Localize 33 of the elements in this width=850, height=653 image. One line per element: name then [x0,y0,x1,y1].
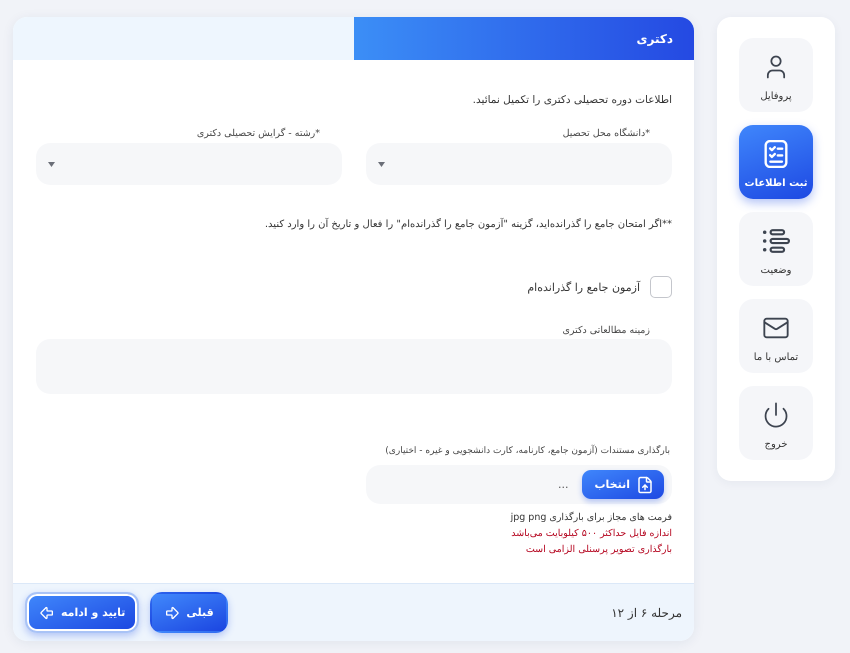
error-text: اندازه فایل حداکثر ۵۰۰ کیلوبایت می‌باشد [511,527,672,541]
error-text: بارگذاری تصویر پرسنلی الزامی است [526,542,672,557]
choose-file-button[interactable]: انتخاب [582,470,664,499]
select-field[interactable] [366,143,672,185]
upload-label: بارگذاری مستندات (آزمون جامع، کارنامه، کارت دانشجویی و غیره - اختیاری) [385,445,671,457]
note-text: **اگر امتحان جامع را گذرانده‌اید، گزینه "آزمون جامع را گذرانده‌ام" را فعال و تاریخ آن را وارد کنید. [264,218,672,232]
sidebar-item[interactable]: خروج [739,386,813,460]
file-name-text: ... [558,478,568,491]
sidebar-item[interactable]: تماس با ما [739,299,813,373]
sidebar-item[interactable]: وضعیت [739,212,813,286]
section-tab[interactable]: دکتری [354,17,694,60]
checklist-icon [762,140,790,168]
file-field[interactable]: انتخاب ... [366,465,672,504]
field-label: *رشته - گرایش تحصیلی دکتری [196,128,321,140]
caret-icon [378,162,385,166]
select-field[interactable] [36,143,342,185]
next-button[interactable]: تایید و ادامه [25,592,140,633]
list-icon [762,226,790,254]
arrow-right-icon [164,604,180,620]
checkbox[interactable] [650,276,672,298]
arrow-left-icon [39,604,55,620]
step-indicator: مرحله ۶ از ۱۲ [611,606,682,620]
sidebar-item[interactable]: ثبت اطلاعات [739,125,813,199]
field-label: زمینه مطالعاتی دکتری [562,325,651,337]
caret-icon [48,162,55,166]
intro-text: اطلاعات دوره تحصیلی دکتری را تکمیل نمائید. [472,93,672,108]
back-button[interactable]: قبلی [150,592,228,633]
hint-text: فرمت های مجاز برای بارگذاری jpg png [510,510,672,525]
file-upload-icon [636,476,654,494]
checkbox-label: آزمون جامع را گذرانده‌ام [527,280,640,294]
field-label: *دانشگاه محل تحصیل [562,128,651,140]
power-icon [762,400,790,428]
sidebar-item[interactable]: پروفایل [739,38,813,112]
